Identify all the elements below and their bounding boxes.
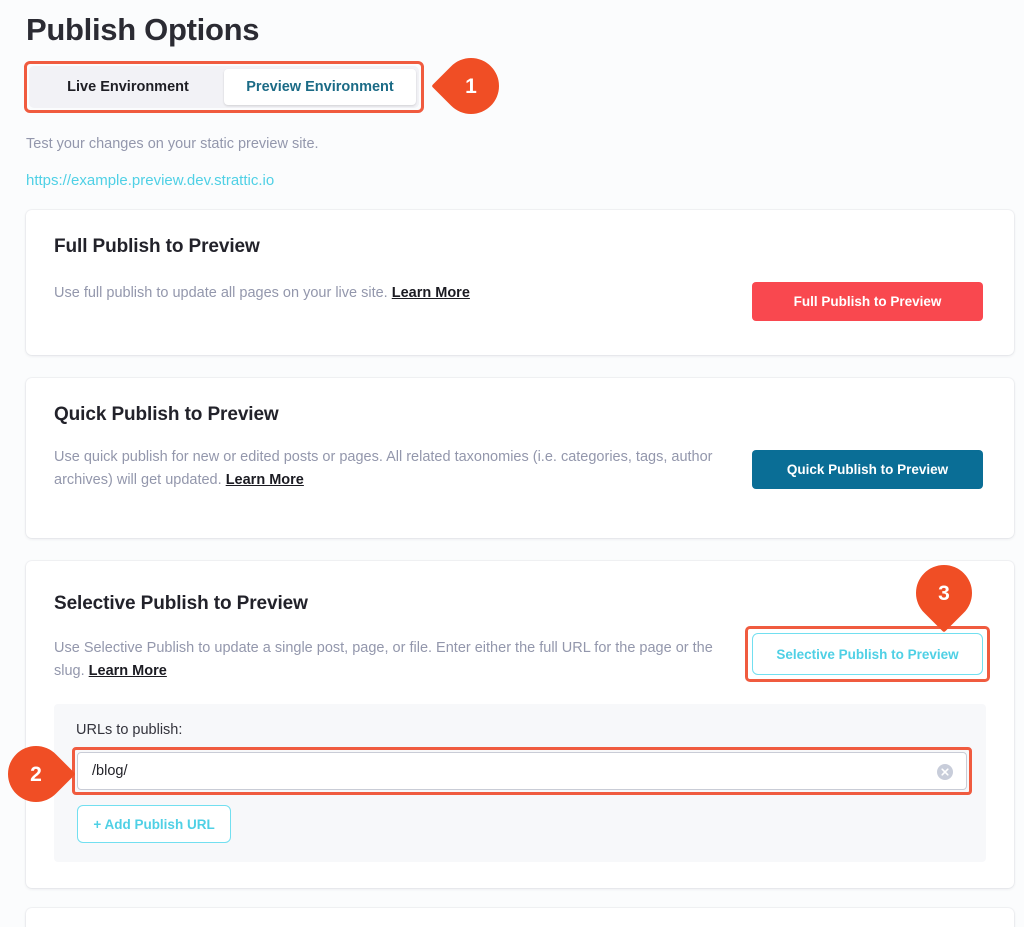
quick-publish-button[interactable]: Quick Publish to Preview — [752, 450, 983, 489]
card-description-full-publish: Use full publish to update all pages on … — [54, 282, 714, 305]
card-title-quick-publish: Quick Publish to Preview — [54, 404, 279, 425]
urls-to-publish-label: URLs to publish: — [76, 722, 183, 738]
environment-toggle[interactable]: Live Environment Preview Environment — [29, 66, 419, 108]
card-title-selective-publish: Selective Publish to Preview — [54, 593, 308, 614]
annotation-badge-1-number: 1 — [465, 74, 477, 98]
annotation-badge-1: 1 — [431, 46, 511, 126]
learn-more-link-selective-publish[interactable]: Learn More — [89, 663, 167, 679]
preview-site-link[interactable]: https://example.preview.dev.strattic.io — [26, 172, 274, 189]
urls-panel: URLs to publish: + Add Publish URL — [54, 704, 986, 862]
url-input[interactable] — [92, 753, 912, 789]
publish-options-page: Publish Options Live Environment Preview… — [0, 0, 1024, 927]
url-input-wrapper[interactable] — [77, 752, 967, 790]
page-title: Publish Options — [26, 12, 260, 47]
card-description-quick-publish: Use quick publish for new or edited post… — [54, 446, 726, 492]
learn-more-link-full-publish[interactable]: Learn More — [392, 285, 470, 301]
learn-more-link-quick-publish[interactable]: Learn More — [226, 472, 304, 488]
card-quick-publish: Quick Publish to Preview Use quick publi… — [26, 378, 1014, 538]
selective-publish-button[interactable]: Selective Publish to Preview — [752, 633, 983, 675]
annotation-badge-3-number: 3 — [938, 581, 950, 605]
tab-preview-environment[interactable]: Preview Environment — [224, 69, 416, 105]
annotation-badge-2: 2 — [0, 734, 76, 814]
tab-live-environment[interactable]: Live Environment — [32, 69, 224, 105]
intro-description: Test your changes on your static preview… — [26, 136, 319, 152]
clear-url-icon[interactable] — [937, 764, 953, 780]
quick-publish-desc-text: Use quick publish for new or edited post… — [54, 449, 713, 488]
card-next-partial — [26, 908, 1014, 927]
annotation-badge-3: 3 — [904, 553, 984, 633]
card-description-selective-publish: Use Selective Publish to update a single… — [54, 637, 739, 683]
full-publish-button[interactable]: Full Publish to Preview — [752, 282, 983, 321]
card-selective-publish: Selective Publish to Preview Use Selecti… — [26, 561, 1014, 888]
card-full-publish: Full Publish to Preview Use full publish… — [26, 210, 1014, 355]
annotation-badge-2-number: 2 — [30, 762, 42, 786]
full-publish-desc-text: Use full publish to update all pages on … — [54, 285, 388, 301]
add-publish-url-button[interactable]: + Add Publish URL — [77, 805, 231, 843]
card-title-full-publish: Full Publish to Preview — [54, 236, 260, 257]
